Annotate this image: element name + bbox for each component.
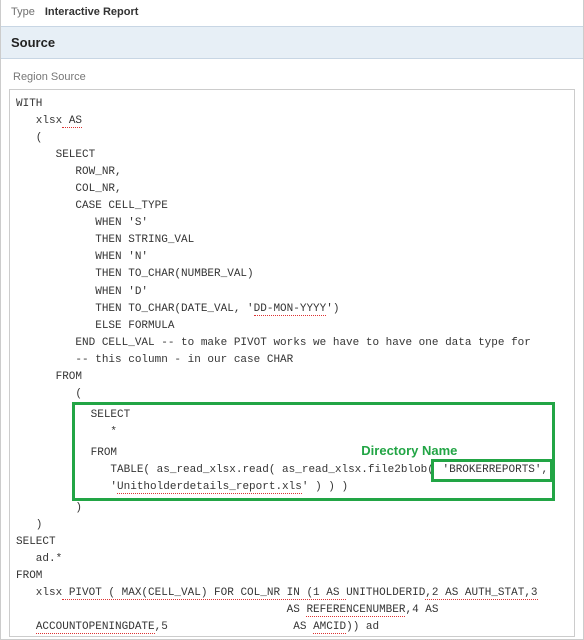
- code-line: (: [16, 130, 570, 147]
- code-line: WHEN 'N': [16, 249, 570, 266]
- code-line: WHERE: [16, 636, 570, 637]
- code-line: SELECT: [16, 147, 570, 164]
- section-header-source: Source: [1, 26, 583, 59]
- code-line: CASE CELL_TYPE: [16, 198, 570, 215]
- type-row: Type Interactive Report: [1, 0, 583, 22]
- code-line: FROM: [16, 369, 570, 386]
- highlight-region: SELECT * FROM Directory Name TABLE( as_r…: [16, 403, 570, 500]
- code-line: AS REFERENCENUMBER,4 AS: [16, 602, 570, 619]
- code-line: END CELL_VAL -- to make PIVOT works we h…: [16, 335, 570, 352]
- region-editor: Type Interactive Report Source Region So…: [0, 0, 584, 640]
- code-line: xlsx PIVOT ( MAX(CELL_VAL) FOR COL_NR IN…: [16, 585, 570, 602]
- code-line: FROM: [16, 568, 570, 585]
- code-line: THEN TO_CHAR(NUMBER_VAL): [16, 266, 570, 283]
- code-line: ad.*: [16, 551, 570, 568]
- type-label: Type: [11, 6, 35, 18]
- directory-name-param: 'BROKERREPORTS',: [434, 462, 550, 479]
- type-value: Interactive Report: [45, 6, 139, 18]
- code-line: ): [16, 517, 570, 534]
- code-line: COL_NR,: [16, 181, 570, 198]
- code-line: -- this column - in our case CHAR: [16, 352, 570, 369]
- directory-name-annotation: Directory Name: [361, 443, 457, 458]
- region-source-textarea[interactable]: WITH xlsx AS ( SELECT ROW_NR, COL_NR, CA…: [9, 89, 575, 637]
- code-line: THEN TO_CHAR(DATE_VAL, 'DD-MON-YYYY'): [16, 301, 570, 318]
- code-line: SELECT: [16, 534, 570, 551]
- highlight-box: SELECT * FROM Directory Name TABLE( as_r…: [75, 405, 552, 498]
- code-line: ACCOUNTOPENINGDATE,5 AS AMCID)) ad: [16, 619, 570, 636]
- code-line: WHEN 'D': [16, 284, 570, 301]
- code-line: ): [16, 500, 570, 517]
- region-source-label: Region Source: [1, 59, 583, 87]
- code-line: ROW_NR,: [16, 164, 570, 181]
- code-line: (: [16, 386, 570, 403]
- code-line: ELSE FORMULA: [16, 318, 570, 335]
- code-line: xlsx AS: [16, 113, 570, 130]
- code-line: WHEN 'S': [16, 215, 570, 232]
- code-line: THEN STRING_VAL: [16, 232, 570, 249]
- code-line: WITH: [16, 96, 570, 113]
